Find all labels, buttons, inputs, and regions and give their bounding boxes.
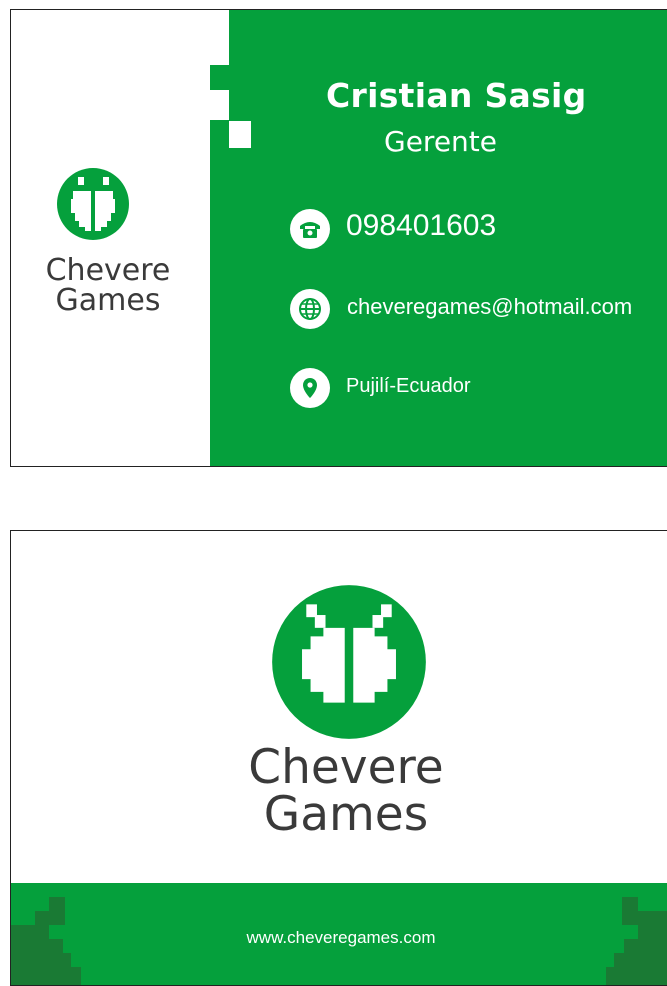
pixel-block [229,10,259,35]
email-address: cheveregames@hotmail.com [347,294,633,319]
logo-line1: Chevere [45,253,171,288]
pixel-block [210,10,229,65]
pixel-block [49,897,65,911]
pixel-block [11,967,81,985]
pixel-block [622,897,638,911]
phone-number: 098401603 [346,209,497,242]
chevere-games-logo [272,585,426,739]
logo-line2: Games [55,283,161,318]
business-card-back: Chevere Games www.cheveregames.com [10,530,667,986]
pixel-block [606,967,667,985]
logo-line1: Chevere [248,740,444,795]
phone-icon [290,209,330,249]
pixel-block [229,35,259,90]
pixel-block [35,911,65,925]
logo-line2: Games [263,787,429,842]
location-text: Pujilí-Ecuador [346,375,471,397]
pixel-block [210,65,230,90]
logo-wordmark: Chevere Games [25,256,191,316]
person-name: Cristian Sasig [326,76,587,115]
pixel-block [622,911,667,925]
person-role: Gerente [384,125,497,158]
website-url: www.cheveregames.com [246,928,436,947]
chevere-games-logo [57,168,129,240]
location-pin-icon [290,368,330,408]
pixel-block [210,90,229,120]
logo-wordmark: Chevere Games [211,744,481,838]
green-footer: www.cheveregames.com [11,883,667,985]
pixel-block [229,121,251,148]
globe-icon [290,289,330,329]
business-card-front: Chevere Games Cristian Sasig Gerente 098… [10,9,667,467]
pixel-block [614,953,667,967]
pixel-block [11,953,71,967]
